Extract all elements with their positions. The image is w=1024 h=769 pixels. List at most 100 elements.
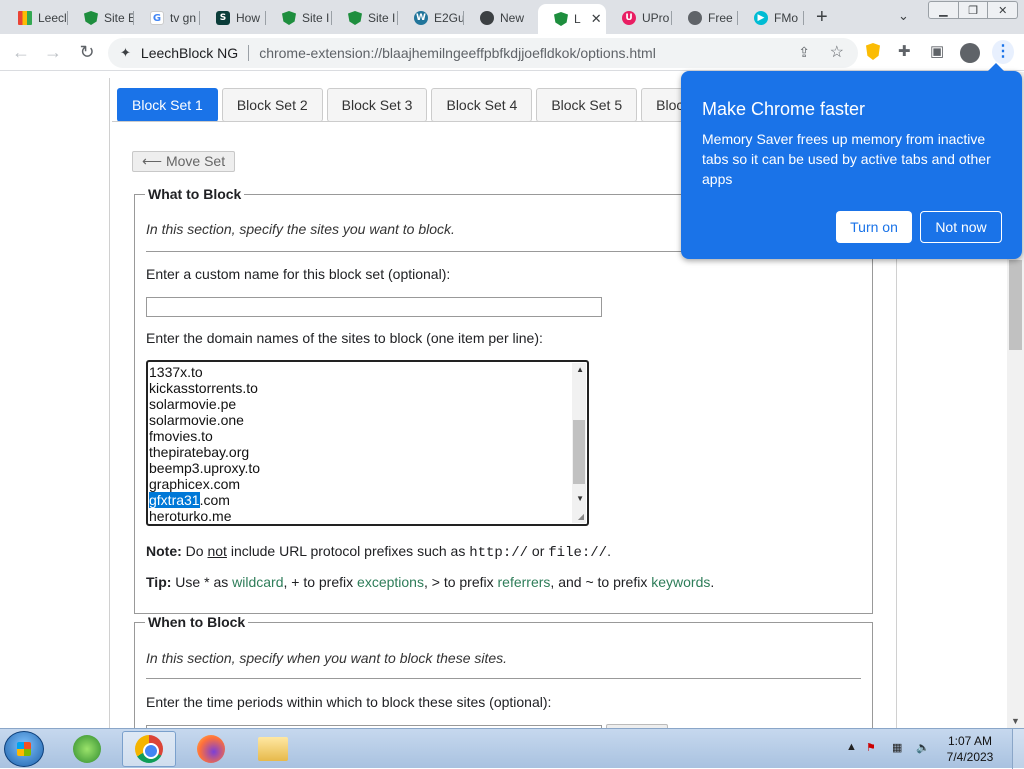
- wildcard-link[interactable]: wildcard: [232, 574, 283, 590]
- volume-icon[interactable]: 🔈: [916, 741, 930, 754]
- browser-tab[interactable]: Site I: [332, 4, 398, 32]
- url-text[interactable]: chrome-extension://blaajhemilngeeffpbfkd…: [259, 45, 656, 61]
- site-line: solarmovie.pe: [149, 396, 237, 412]
- tab-block-set-2[interactable]: Block Set 2: [221, 88, 323, 122]
- textarea-scroll-thumb[interactable]: [573, 420, 585, 484]
- site-line: gfxtra31.com: [149, 492, 230, 508]
- browser-tab[interactable]: W E2Gu: [398, 4, 464, 32]
- popup-body: Memory Saver frees up memory from inacti…: [702, 131, 991, 187]
- site-name: LeechBlock NG: [140, 45, 239, 61]
- site-line: beemp3.uproxy.to: [149, 460, 261, 476]
- site-line: kickasstorrents.to: [149, 380, 258, 396]
- selected-text: gfxtra31: [149, 492, 200, 508]
- globe-icon: [688, 11, 702, 25]
- tab-label: Leecl: [38, 11, 67, 25]
- network-icon[interactable]: ▦: [892, 741, 902, 754]
- folder-icon: [258, 737, 288, 761]
- sites-textarea[interactable]: 1337x.to kickasstorrents.to solarmovie.p…: [146, 360, 589, 526]
- site-line: heroturko.me: [149, 508, 232, 524]
- taskbar-firefox-button[interactable]: [184, 731, 238, 767]
- scroll-down-icon[interactable]: ▼: [1011, 716, 1020, 726]
- resize-grip-icon[interactable]: ◢: [578, 512, 584, 521]
- tab-label: L: [574, 12, 581, 26]
- browser-tab[interactable]: U UPro: [606, 4, 672, 32]
- close-tab-icon[interactable]: ✕: [591, 11, 602, 27]
- tab-block-set-5[interactable]: Block Set 5: [536, 88, 638, 122]
- leechblock-icon: [282, 11, 296, 25]
- tab-block-set-4[interactable]: Block Set 4: [431, 88, 533, 122]
- app-icon: [73, 735, 101, 763]
- windows-taskbar: ▲ ⚑ ▦ 🔈 1:07 AM 7/4/2023: [0, 728, 1024, 769]
- menu-kebab-icon[interactable]: ⋮: [992, 40, 1014, 64]
- s-icon: S: [216, 11, 230, 25]
- site-line: 1337x.to: [149, 364, 203, 380]
- show-hidden-icons-icon[interactable]: ▲: [846, 741, 857, 753]
- turn-on-button[interactable]: Turn on: [836, 211, 912, 243]
- side-panel-icon[interactable]: ▣: [930, 42, 944, 60]
- memory-saver-popup: Make Chrome faster Memory Saver frees up…: [681, 63, 1022, 259]
- site-line: solarmovie.one: [149, 412, 244, 428]
- browser-tab[interactable]: Site E: [68, 4, 134, 32]
- reload-icon[interactable]: ↻: [76, 42, 98, 63]
- custom-name-input[interactable]: [146, 297, 602, 317]
- tab-strip: Leecl Site E G tv gn S How Site I Site I…: [0, 0, 1024, 34]
- tab-label: Site I: [302, 11, 330, 25]
- leechblock-icon: [348, 11, 362, 25]
- when-to-block-section: When to Block: [134, 614, 873, 728]
- extensions-puzzle-icon[interactable]: ✚: [898, 42, 911, 60]
- keywords-link[interactable]: keywords: [651, 574, 710, 590]
- taskbar-chrome-button[interactable]: [122, 731, 176, 767]
- forward-arrow-icon[interactable]: →: [42, 42, 64, 63]
- clock-date: 7/4/2023: [946, 750, 994, 764]
- minimize-icon[interactable]: ▁: [929, 2, 959, 18]
- profile-avatar-icon[interactable]: [960, 43, 980, 63]
- start-button[interactable]: [4, 731, 44, 767]
- when-intro: In this section, specify when you want t…: [146, 650, 508, 666]
- google-icon: G: [150, 11, 164, 25]
- new-tab-button[interactable]: +: [816, 6, 828, 29]
- tab-block-set-3[interactable]: Block Set 3: [326, 88, 428, 122]
- restore-icon[interactable]: ❐: [959, 2, 989, 18]
- address-bar[interactable]: ✦ LeechBlock NG chrome-extension://blaaj…: [108, 38, 858, 68]
- section-heading: What to Block: [148, 186, 242, 202]
- close-window-icon[interactable]: ✕: [988, 2, 1017, 18]
- browser-tab-active[interactable]: L ✕: [538, 4, 606, 34]
- taskbar-explorer-button[interactable]: [246, 731, 300, 767]
- referrers-link[interactable]: referrers: [498, 574, 551, 590]
- tab-block-set-1[interactable]: Block Set 1: [117, 88, 218, 122]
- scroll-down-icon[interactable]: ▼: [576, 494, 584, 503]
- browser-tab[interactable]: Leecl: [2, 4, 68, 32]
- page-scroll-thumb[interactable]: [1009, 260, 1022, 350]
- wordpress-icon: W: [414, 11, 428, 25]
- bookmark-star-icon[interactable]: ☆: [830, 42, 844, 62]
- tab-label: E2Gu: [434, 11, 464, 25]
- back-arrow-icon[interactable]: ←: [10, 42, 32, 63]
- move-set-button[interactable]: ⟵ Move Set: [132, 151, 236, 172]
- leechblock-extension-icon[interactable]: [866, 43, 880, 60]
- site-line: fmovies.to: [149, 428, 213, 444]
- site-line: thepiratebay.org: [149, 444, 250, 460]
- taskbar-app-button[interactable]: [60, 731, 114, 767]
- scroll-up-icon[interactable]: ▲: [576, 365, 584, 374]
- browser-tab[interactable]: G tv gn: [134, 4, 200, 32]
- browser-tab[interactable]: Free: [672, 4, 738, 32]
- action-center-flag-icon[interactable]: ⚑: [866, 741, 876, 754]
- what-intro: In this section, specify the sites you w…: [146, 221, 455, 237]
- browser-tab[interactable]: New: [464, 4, 534, 32]
- tab-label: FMo: [774, 11, 798, 25]
- site-line: graphicex.com: [149, 476, 241, 492]
- tab-search-chevron-icon[interactable]: ⌄: [898, 8, 909, 24]
- block-set-tabs: Block Set 1 Block Set 2 Block Set 3 Bloc…: [117, 88, 706, 122]
- show-desktop-button[interactable]: [1012, 729, 1024, 769]
- tab-label: Site I: [368, 11, 396, 25]
- browser-tab[interactable]: ▶ FMo: [738, 4, 804, 32]
- browser-tab[interactable]: Site I: [266, 4, 332, 32]
- github-icon: [480, 11, 494, 25]
- not-now-button[interactable]: Not now: [920, 211, 1002, 243]
- exceptions-link[interactable]: exceptions: [357, 574, 424, 590]
- tab-label: tv gn: [170, 11, 197, 25]
- system-clock[interactable]: 1:07 AM 7/4/2023: [940, 733, 1000, 765]
- firefox-icon: [197, 735, 225, 763]
- browser-tab[interactable]: S How: [200, 4, 266, 32]
- share-icon[interactable]: ⇪: [798, 44, 810, 61]
